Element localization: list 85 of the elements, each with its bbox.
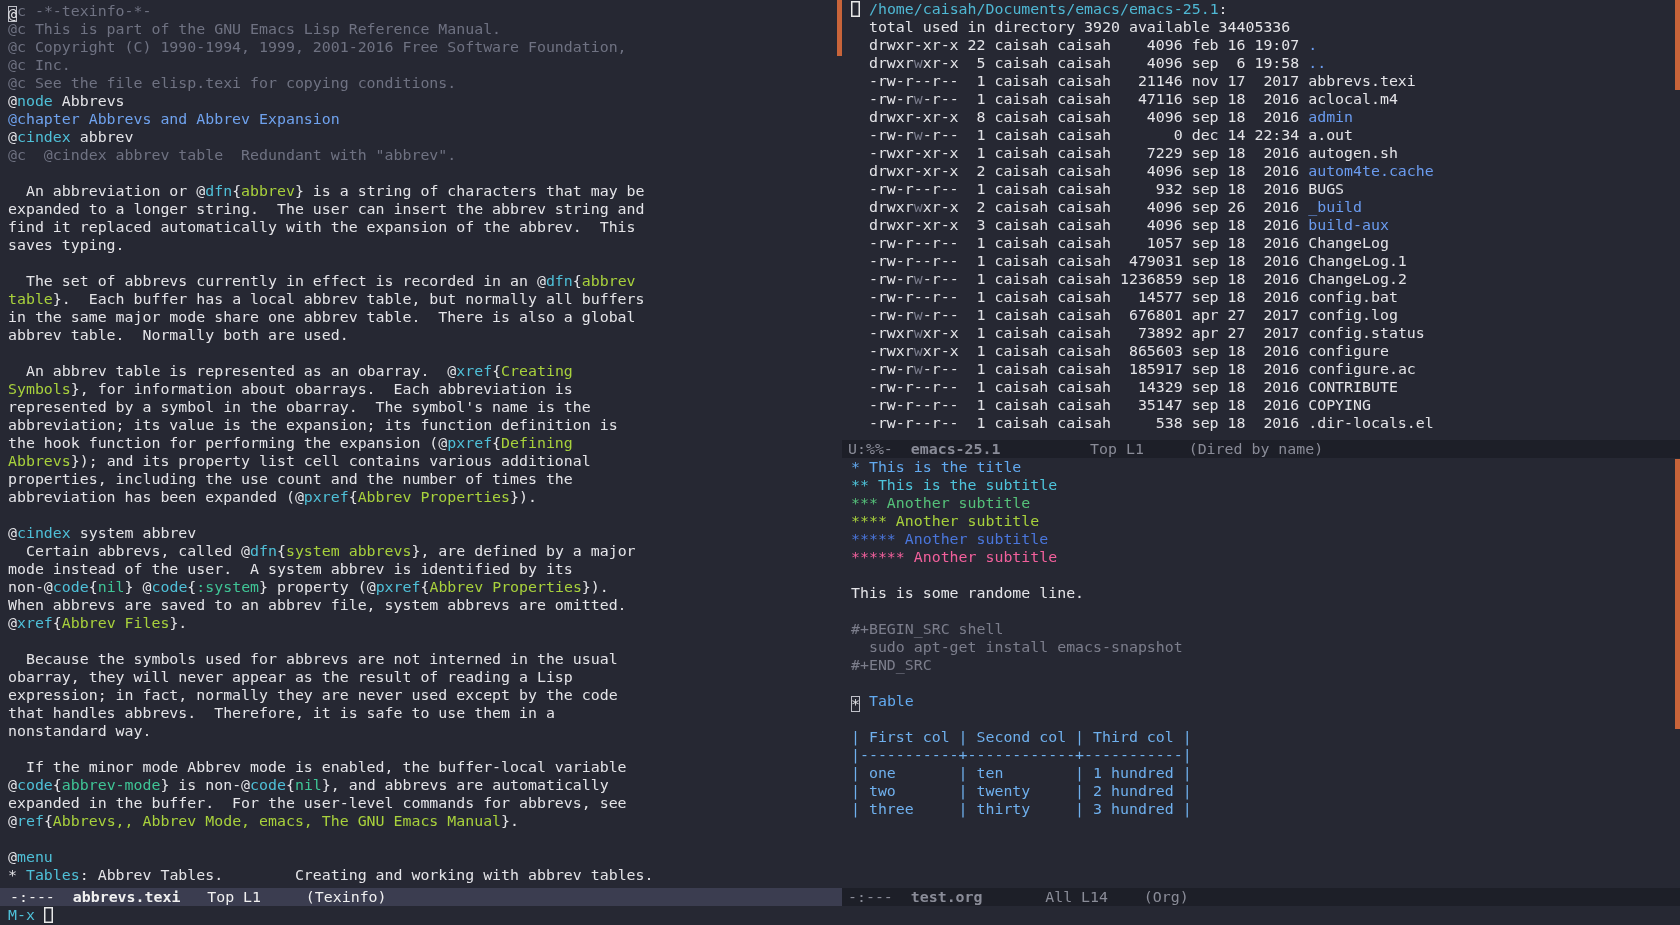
dired-row-text: drwxrwxr-x 5 caisah caisah 4096 sep 6 19:58 ..: [867, 54, 1327, 72]
code-line: abbrev table. Normally both are used.: [8, 326, 349, 344]
org-line: | three | thirty | 3 hundred |: [851, 800, 1192, 818]
code-line: An abbrev table is represented as an obarray. @xref{Creating: [24, 362, 573, 380]
dired-row-text: -rw-rw-r-- 1 caisah caisah 0 dec 14 22:34 a.out: [867, 126, 1354, 144]
code-line: @node Abbrevs: [8, 92, 125, 110]
code-line: @cindex system abbrev: [8, 524, 197, 542]
dired-row-text: -rw-rw-r-- 1 caisah caisah 676801 apr 27 2017 config.log: [867, 306, 1398, 324]
code-line: Abbrevs}); and its property list cell contains various additional: [8, 452, 591, 470]
scrollbar-thumb[interactable]: [1675, 0, 1680, 90]
dired-row-text: drwxrwxr-x 2 caisah caisah 4096 sep 26 2016 _build: [867, 198, 1363, 216]
code-line: An abbreviation or @dfn{abbrev} is a string of characters that may be: [24, 182, 645, 200]
dired-row-text: -rwxrwxr-x 1 caisah caisah 73892 apr 27 2017 config.status: [867, 324, 1425, 342]
dired-row-text: -rw-r--r-- 1 caisah caisah 21146 nov 17 2017 abbrevs.texi: [867, 72, 1416, 90]
code-line: The set of abbrevs currently in effect is recorded in an @dfn{abbrev: [24, 272, 636, 290]
code-line: table}. Each buffer has a local abbrev table, but normally all buffers: [8, 290, 645, 308]
code-line: Because the symbols used for abbrevs are not interned in the usual: [24, 650, 618, 668]
org-line: * This is the title: [851, 458, 1022, 476]
code-line: Symbols}, for information about obarrays. Each abbreviation is: [8, 380, 573, 398]
dired-row-text: drwxr-xr-x 3 caisah caisah 4096 sep 18 2016 build-aux: [867, 216, 1389, 234]
dired-row-text: -rw-r--r-- 1 caisah caisah 538 sep 18 2016 .dir-locals.el: [867, 414, 1434, 432]
org-line: | two | twenty | 2 hundred |: [851, 782, 1192, 800]
code-line: @cindex abbrev: [8, 128, 134, 146]
code-line: Certain abbrevs, called @dfn{system abbrevs}, are defined by a major: [24, 542, 636, 560]
org-line: ****** Another subtitle: [851, 548, 1058, 566]
code-line: non-@code{nil} @code{:system} property (@pxref{Abbrev Properties}).: [8, 578, 609, 596]
code-line: obarray, they will never appear as the result of reading a Lisp: [8, 668, 573, 686]
org-line: sudo apt-get install emacs-snapshot: [867, 638, 1183, 656]
code-line: @code{abbrev-mode} is non-@code{nil}, and abbrevs are automatically: [8, 776, 609, 794]
code-line: When abbrevs are saved to an abbrev file, system abbrevs are omitted.: [8, 596, 627, 614]
code-line: @c @cindex abbrev table Redundant with "abbrev".: [8, 146, 457, 164]
dired-row-text: drwxr-xr-x 22 caisah caisah 4096 feb 16 19:07 .: [867, 36, 1318, 54]
org-line: **** Another subtitle: [851, 512, 1040, 530]
code-line: @ref{Abbrevs,, Abbrev Mode, emacs, The GNU Emacs Manual}.: [8, 812, 520, 830]
code-line: @chapter Abbrevs and Abbrev Expansion: [8, 110, 340, 128]
code-line: abbreviation has been expanded (@pxref{Abbrev Properties}).: [8, 488, 537, 506]
code-line: the hook function for performing the expansion (@pxref{Defining: [8, 434, 573, 452]
dired-row-text: -rwxr-xr-x 1 caisah caisah 7229 sep 18 2016 autogen.sh: [867, 144, 1398, 162]
org-line: This is some randome line.: [851, 584, 1085, 602]
org-line: #+BEGIN_SRC shell: [851, 620, 1004, 638]
org-line: *** Another subtitle: [851, 494, 1031, 512]
org-line: ** This is the subtitle: [851, 476, 1058, 494]
org-line: ***** Another subtitle: [851, 530, 1049, 548]
dired-row-text: -rw-rw-r-- 1 caisah caisah 1236859 sep 18 2016 ChangeLog.2: [867, 270, 1407, 288]
code-line: that handles abbrevs. Therefore, it is safe to use them in a: [8, 704, 555, 722]
code-line: expression; in fact, normally they are never used except by the code: [8, 686, 618, 704]
dired-row-text: -rw-rw-r-- 1 caisah caisah 47116 sep 18 2016 aclocal.m4: [867, 90, 1398, 108]
code-line: @xref{Abbrev Files}.: [8, 614, 188, 632]
dired-row-text: drwxr-xr-x 2 caisah caisah 4096 sep 18 2016 autom4te.cache: [867, 162, 1434, 180]
dired-row: /home/caisah/Documents/emacs/emacs-25.1:: [851, 0, 1228, 18]
dired-row-text: -rw-r--r-- 1 caisah caisah 35147 sep 18 2016 COPYING: [867, 396, 1371, 414]
code-line: represented by a symbol in the obarray. The symbol's name is the: [8, 398, 591, 416]
code-line: expanded to a longer string. The user can insert the abbrev string and: [8, 200, 645, 218]
scrollbar-thumb[interactable]: [837, 0, 842, 56]
dired-row-text: -rw-r--r-- 1 caisah caisah 14577 sep 18 2016 config.bat: [867, 288, 1398, 306]
code-line: @c Copyright (C) 1990-1994, 1999, 2001-2016 Free Software Foundation,: [8, 38, 627, 56]
dired-row-text: -rw-r--r-- 1 caisah caisah 932 sep 18 2016 BUGS: [867, 180, 1345, 198]
code-line: @c See the file elisp.texi for copying conditions.: [8, 74, 457, 92]
dired-row-text: total used in directory 3920 available 34405336: [867, 18, 1291, 36]
org-line: |-----------+------------+-----------|: [851, 746, 1192, 764]
code-line: find it replaced automatically with the expansion of the abbrev. This: [8, 218, 636, 236]
code-line: mode instead of the user. A system abbrev is identified by its: [8, 560, 573, 578]
dired-row-text: -rw-r--r-- 1 caisah caisah 14329 sep 18 2016 CONTRIBUTE: [867, 378, 1398, 396]
code-line: in the same major mode share one abbrev table. There is also a global: [8, 308, 636, 326]
code-line: saves typing.: [8, 236, 125, 254]
scrollbar-thumb[interactable]: [1675, 459, 1680, 729]
dired-row-text: -rw-rw-r-- 1 caisah caisah 185917 sep 18 2016 configure.ac: [867, 360, 1416, 378]
code-line: nonstandard way.: [8, 722, 152, 740]
org-line: #+END_SRC: [851, 656, 932, 674]
code-line: * Tables: Abbrev Tables. Creating and working with abbrev tables.: [8, 866, 654, 884]
minibuffer-prompt[interactable]: M-x: [0, 906, 53, 925]
org-line: * Table: [851, 692, 914, 710]
code-line: @c This is part of the GNU Emacs Lisp Reference Manual.: [8, 20, 502, 38]
dired-row-text: -rw-r--r-- 1 caisah caisah 479031 sep 18 2016 ChangeLog.1: [867, 252, 1407, 270]
dired-row-text: -rw-r--r-- 1 caisah caisah 1057 sep 18 2016 ChangeLog: [867, 234, 1389, 252]
dired-row-text: drwxr-xr-x 8 caisah caisah 4096 sep 18 2016 admin: [867, 108, 1354, 126]
code-line: expanded in the buffer. For the user-level commands for abbrevs, see: [8, 794, 627, 812]
org-line: | one | ten | 1 hundred |: [851, 764, 1192, 782]
code-line: If the minor mode Abbrev mode is enabled, the buffer-local variable: [24, 758, 627, 776]
dired-row-text: -rwxrwxr-x 1 caisah caisah 865603 sep 18 2016 configure: [867, 342, 1389, 360]
org-line: | First col | Second col | Third col |: [851, 728, 1192, 746]
code-line: abbreviation; its value is the expansion; its function definition is: [8, 416, 618, 434]
code-line: properties, including the use count and the number of times the: [8, 470, 573, 488]
code-line: @menu: [8, 848, 53, 866]
code-line: @c Inc.: [8, 56, 71, 74]
